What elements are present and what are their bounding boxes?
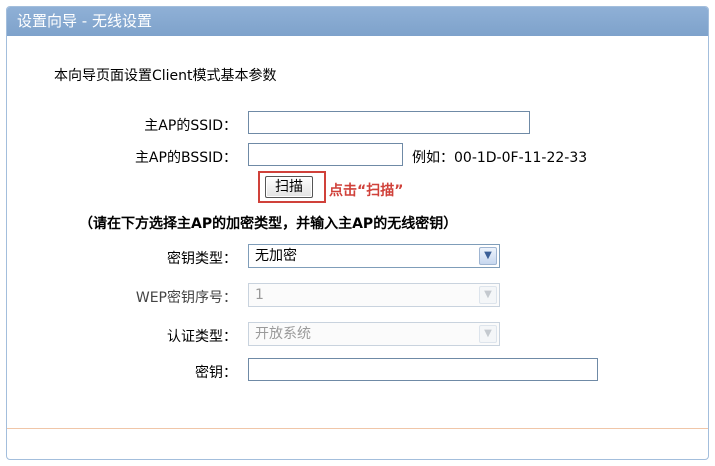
auth-type-value: 开放系统 (255, 326, 311, 342)
chevron-down-icon[interactable]: ▼ (479, 247, 497, 265)
key-input[interactable] (248, 358, 598, 381)
wep-index-label: WEP密钥序号： (135, 290, 237, 306)
window-title: 设置向导 - 无线设置 (7, 7, 708, 36)
key-type-select[interactable]: 无加密 ▼ (248, 244, 500, 268)
auth-type-label: 认证类型： (167, 329, 237, 345)
bssid-label: 主AP的BSSID： (134, 150, 237, 166)
key-type-label: 密钥类型： (167, 251, 237, 267)
chevron-down-icon: ▼ (479, 325, 497, 343)
wep-index-value: 1 (255, 287, 264, 303)
key-type-value: 无加密 (255, 248, 297, 264)
scan-hint: 点击“扫描” (329, 183, 404, 199)
bssid-input[interactable] (248, 143, 403, 166)
bottom-divider (7, 428, 708, 429)
ssid-label: 主AP的SSID： (144, 118, 237, 134)
bssid-example: 例如：00-1D-0F-11-22-33 (412, 150, 588, 166)
encryption-note: （请在下方选择主AP的加密类型，并输入主AP的无线密钥） (79, 216, 458, 232)
chevron-down-icon: ▼ (479, 286, 497, 304)
wizard-panel: 设置向导 - 无线设置 本向导页面设置Client模式基本参数 主AP的SSID… (6, 6, 709, 460)
ssid-input[interactable] (248, 111, 530, 134)
scan-button[interactable]: 扫描 (265, 176, 313, 198)
intro-text: 本向导页面设置Client模式基本参数 (54, 68, 277, 84)
auth-type-select: 开放系统 ▼ (248, 322, 500, 346)
key-label: 密钥： (195, 365, 237, 381)
wep-index-select: 1 ▼ (248, 283, 500, 307)
